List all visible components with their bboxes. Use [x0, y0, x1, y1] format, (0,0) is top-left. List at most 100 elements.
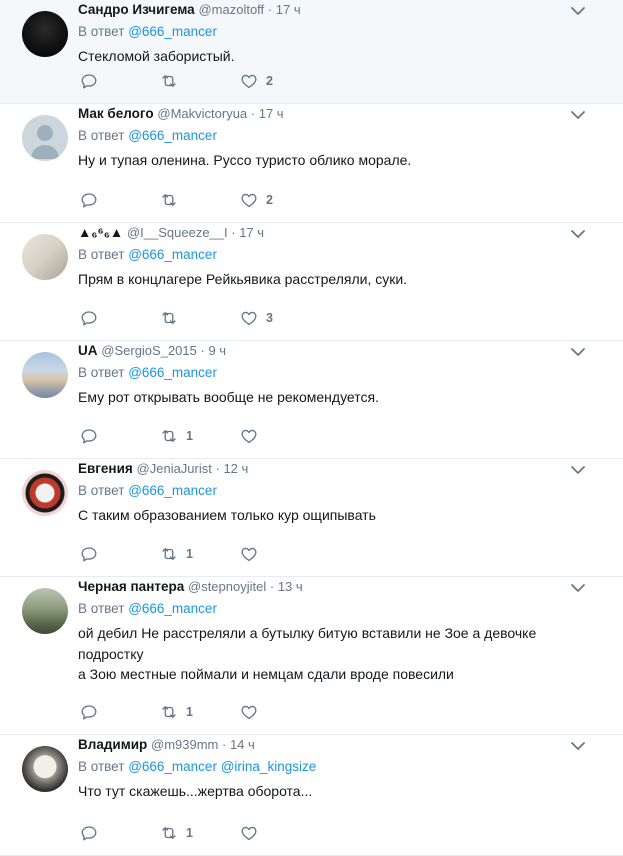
- reply-prefix: В ответ: [78, 247, 125, 262]
- like-button[interactable]: 2: [240, 71, 273, 91]
- reply-button[interactable]: [80, 544, 98, 564]
- tweet[interactable]: Черная пантера @stepnoyjitel · 13 ч В отв…: [0, 577, 623, 735]
- retweet-button[interactable]: [160, 71, 186, 91]
- reply-button[interactable]: [80, 190, 98, 210]
- retweet-button[interactable]: 1: [160, 544, 193, 564]
- mention-link[interactable]: @666_mancer: [128, 759, 217, 774]
- retweet-icon: [162, 75, 176, 87]
- tweet[interactable]: Евгения @JeniaJurist · 12 ч В ответ @666_…: [0, 459, 623, 577]
- user-handle[interactable]: @m939mm: [151, 737, 218, 752]
- like-count: 2: [266, 193, 273, 207]
- tweet-text-line: ой дебил Не расстреляли а бутылку битую …: [78, 625, 537, 641]
- heart-icon: [241, 193, 257, 208]
- tweet-menu-button[interactable]: [570, 4, 586, 16]
- reply-button[interactable]: [80, 823, 98, 843]
- avatar[interactable]: [22, 746, 68, 792]
- reply-button[interactable]: [80, 308, 98, 328]
- heart-icon: [241, 311, 257, 326]
- mention-link[interactable]: @666_mancer: [128, 365, 217, 380]
- reply-icon: [81, 826, 97, 841]
- tweet-text-line: Что тут скажешь...жертва оборота...: [78, 783, 313, 799]
- retweet-button[interactable]: 1: [160, 823, 193, 843]
- user-name[interactable]: UA: [78, 343, 98, 358]
- like-button[interactable]: 3: [240, 308, 273, 328]
- chevron-down-icon: [571, 348, 585, 356]
- user-name[interactable]: Владимир: [78, 737, 147, 752]
- user-name[interactable]: Черная пантера: [78, 579, 184, 594]
- tweet[interactable]: ▲₆⁶₆▲ @I__Squeeze__I · 17 ч В ответ @666_…: [0, 223, 623, 341]
- retweet-button[interactable]: [160, 308, 186, 328]
- mention-link[interactable]: @666_mancer: [128, 483, 217, 498]
- user-name[interactable]: Мак белого: [78, 106, 154, 121]
- user-handle[interactable]: @SergioS_2015: [101, 343, 197, 358]
- reply-button[interactable]: [80, 702, 98, 722]
- like-button[interactable]: 2: [240, 190, 273, 210]
- user-name[interactable]: ▲₆⁶₆▲: [78, 225, 123, 240]
- timestamp[interactable]: 12 ч: [223, 461, 248, 476]
- retweet-icon: [162, 194, 176, 206]
- retweet-button[interactable]: 1: [160, 702, 193, 722]
- mention-link[interactable]: @666_mancer: [128, 601, 217, 616]
- user-handle[interactable]: @mazoltoff: [198, 2, 264, 17]
- tweet-actions: 2: [78, 71, 338, 91]
- tweet[interactable]: Владимир @m939mm · 14 ч В ответ @666_manc…: [0, 735, 623, 856]
- timestamp[interactable]: 17 ч: [239, 225, 264, 240]
- chevron-down-icon: [571, 742, 585, 750]
- timestamp[interactable]: 14 ч: [230, 737, 255, 752]
- user-handle[interactable]: @I__Squeeze__I: [127, 225, 228, 240]
- avatar[interactable]: [22, 234, 68, 280]
- mention-link[interactable]: @irina_kingsize: [221, 759, 317, 774]
- user-name[interactable]: Сандро Изчигема: [78, 2, 195, 17]
- like-button[interactable]: [240, 702, 266, 722]
- reply-button[interactable]: [80, 71, 98, 91]
- tweet-text: Что тут скажешь...жертва оборота...: [78, 781, 599, 802]
- timestamp[interactable]: 9 ч: [208, 343, 226, 358]
- tweet-text: Ну и тупая оленина. Руссо туристо облико…: [78, 150, 599, 171]
- avatar[interactable]: [22, 588, 68, 634]
- like-count: 3: [266, 311, 273, 325]
- timestamp[interactable]: 17 ч: [259, 106, 284, 121]
- tweet-menu-button[interactable]: [570, 227, 586, 239]
- tweet[interactable]: UA @SergioS_2015 · 9 ч В ответ @666_mance…: [0, 341, 623, 459]
- retweet-count: 1: [186, 429, 193, 443]
- user-handle[interactable]: @stepnoyjitel: [188, 579, 266, 594]
- reply-icon: [81, 311, 97, 326]
- tweet-menu-button[interactable]: [570, 581, 586, 593]
- avatar[interactable]: [22, 11, 68, 57]
- user-name[interactable]: Евгения: [78, 461, 133, 476]
- tweet-menu-button[interactable]: [570, 345, 586, 357]
- mention-link[interactable]: @666_mancer: [128, 247, 217, 262]
- tweet-actions: 2: [78, 190, 338, 210]
- reply-prefix: В ответ: [78, 365, 125, 380]
- like-button[interactable]: [240, 426, 266, 446]
- separator-dot: ·: [266, 579, 278, 594]
- chevron-down-icon: [571, 7, 585, 15]
- mention-link[interactable]: @666_mancer: [128, 128, 217, 143]
- timestamp[interactable]: 17 ч: [276, 2, 301, 17]
- mention-link[interactable]: @666_mancer: [128, 24, 217, 39]
- tweet-menu-button[interactable]: [570, 463, 586, 475]
- like-button[interactable]: [240, 823, 266, 843]
- tweet-actions: 3: [78, 308, 338, 328]
- tweet-menu-button[interactable]: [570, 739, 586, 751]
- tweet-menu-button[interactable]: [570, 108, 586, 120]
- retweet-icon: [162, 430, 176, 442]
- user-handle[interactable]: @JeniaJurist: [137, 461, 212, 476]
- tweet-header: Сандро Изчигема @mazoltoff · 17 ч: [78, 2, 301, 17]
- reply-context: В ответ @666_mancer: [78, 601, 217, 616]
- avatar[interactable]: [22, 115, 68, 161]
- avatar[interactable]: [22, 352, 68, 398]
- tweet[interactable]: Сандро Изчигема @mazoltoff · 17 ч В ответ…: [0, 0, 623, 104]
- reply-button[interactable]: [80, 426, 98, 446]
- retweet-button[interactable]: [160, 190, 186, 210]
- separator-dot: ·: [218, 737, 230, 752]
- retweet-count: 1: [186, 705, 193, 719]
- like-button[interactable]: [240, 544, 266, 564]
- reply-prefix: В ответ: [78, 24, 125, 39]
- user-handle[interactable]: @Makvictoryua: [157, 106, 247, 121]
- retweet-button[interactable]: 1: [160, 426, 193, 446]
- heart-icon: [241, 429, 257, 444]
- timestamp[interactable]: 13 ч: [278, 579, 303, 594]
- tweet[interactable]: Мак белого @Makvictoryua · 17 ч В ответ @…: [0, 104, 623, 223]
- avatar[interactable]: [22, 470, 68, 516]
